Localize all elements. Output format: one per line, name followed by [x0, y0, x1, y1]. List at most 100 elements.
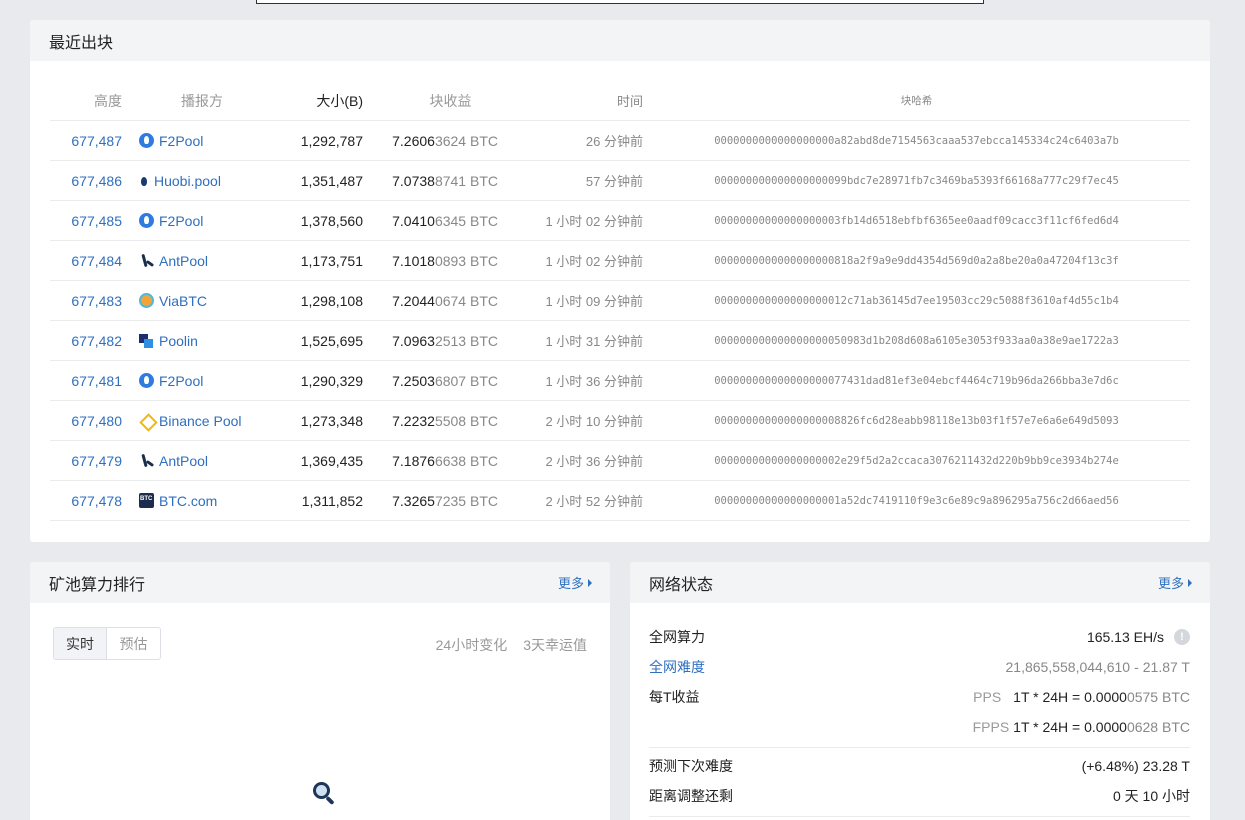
block-height-link[interactable]: 677,487	[71, 133, 122, 149]
table-row: 677,484 AntPool 1,173,751 7.10180893 BTC 1 小…	[50, 241, 1190, 281]
block-height-link[interactable]: 677,478	[71, 493, 122, 509]
reward-main: 7.2606	[392, 132, 435, 149]
pool-link[interactable]: BTC.com	[159, 493, 217, 509]
block-height-cell: 677,484	[50, 253, 122, 269]
luck-3d-link[interactable]: 3天幸运值	[523, 635, 587, 655]
pool-cell: AntPool	[122, 453, 292, 469]
block-hash-cell[interactable]: 0000000000000000000a82abd8de7154563caaa5…	[643, 135, 1190, 147]
network-status-title: 网络状态	[649, 576, 714, 594]
block-hash-cell[interactable]: 000000000000000000099bdc7e28971fb7c3469b…	[643, 175, 1190, 187]
next-difficulty-row: 预测下次难度 (+6.48%) 23.28 T	[649, 751, 1190, 781]
pool-cell: F2Pool	[122, 373, 292, 389]
block-size-cell: 1,173,751	[300, 252, 363, 269]
block-hash-cell[interactable]: 000000000000000000077431dad81ef3e04ebcf4…	[643, 375, 1190, 387]
block-height-link[interactable]: 677,480	[71, 413, 122, 429]
block-height-link[interactable]: 677,479	[71, 453, 122, 469]
block-height-cell: 677,482	[50, 333, 122, 349]
reward-main: 7.1876	[392, 452, 435, 469]
block-reward-cell: 7.20440674 BTC	[363, 293, 498, 309]
block-time-cell: 2 小时 36 分钟前	[545, 454, 643, 469]
poolin-icon	[139, 333, 154, 348]
reward-tail: 3624 BTC	[434, 132, 498, 149]
block-height-cell: 677,481	[50, 373, 122, 389]
reward-tail: 0674 BTC	[434, 292, 498, 309]
pool-rank-more-link[interactable]: 更多	[558, 573, 592, 592]
reward-tail: 5508 BTC	[434, 412, 498, 429]
block-reward-cell: 7.32657235 BTC	[363, 493, 498, 509]
block-hash-cell[interactable]: 0000000000000000000818a2f9a9e9dd4354d569…	[643, 255, 1190, 267]
block-hash-cell[interactable]: 000000000000000000012c71ab36145d7ee19503…	[643, 295, 1190, 307]
next-difficulty-wrap: (+6.48%) 23.28 T	[1082, 758, 1190, 774]
block-reward-cell: 7.26063624 BTC	[363, 133, 498, 149]
pool-link[interactable]: Binance Pool	[159, 413, 242, 429]
col-size-header: 大小(B)	[316, 92, 363, 109]
block-size-cell: 1,378,560	[300, 212, 363, 229]
pool-cell: BTC.com	[122, 493, 292, 509]
pool-link[interactable]: F2Pool	[159, 213, 203, 229]
table-row: 677,479 AntPool 1,369,435 7.18766638 BTC 2 小…	[50, 441, 1190, 481]
block-height-link[interactable]: 677,483	[71, 293, 122, 309]
block-size-cell: 1,273,348	[300, 412, 363, 429]
table-row: 677,485 F2Pool 1,378,560 7.04106345 BTC 1 小时…	[50, 201, 1190, 241]
f2pool-icon	[139, 373, 154, 388]
block-height-link[interactable]: 677,482	[71, 333, 122, 349]
f2pool-icon	[139, 133, 154, 148]
col-height-header: 高度	[94, 92, 122, 109]
block-size-cell: 1,525,695	[300, 332, 363, 349]
block-reward-cell: 7.25036807 BTC	[363, 373, 498, 389]
tab-estimate[interactable]: 预估	[107, 628, 160, 659]
table-row: 677,480 Binance Pool 1,273,348 7.22325508 B…	[50, 401, 1190, 441]
network-more-link[interactable]: 更多	[1158, 573, 1192, 592]
col-time-header: 时间	[616, 94, 643, 109]
difficulty-label[interactable]: 全网难度	[649, 657, 705, 677]
block-height-link[interactable]: 677,481	[71, 373, 122, 389]
fpps-prefix: FPPS	[972, 719, 1010, 735]
huobi-icon	[139, 173, 149, 188]
pool-link[interactable]: ViaBTC	[159, 293, 207, 309]
income-fpps-row: FPPS 1T * 24H = 0.0000 0628 BTC	[649, 712, 1190, 742]
block-size-cell: 1,292,787	[300, 132, 363, 149]
block-height-cell: 677,479	[50, 453, 122, 469]
next-difficulty-value: 23.28 T	[1142, 758, 1190, 774]
pool-cell: ViaBTC	[122, 293, 292, 309]
reward-main: 7.0738	[392, 172, 435, 189]
pool-link[interactable]: F2Pool	[159, 373, 203, 389]
difficulty-separator: -	[1134, 659, 1139, 675]
info-icon[interactable]: !	[1174, 629, 1190, 645]
fpps-main: 1T * 24H = 0.0000	[1013, 719, 1127, 735]
reward-main: 7.2503	[392, 372, 435, 389]
divider	[649, 747, 1190, 748]
block-height-link[interactable]: 677,485	[71, 213, 122, 229]
block-time-cell: 1 小时 02 分钟前	[545, 214, 643, 229]
tab-realtime[interactable]: 实时	[54, 628, 107, 659]
block-hash-cell[interactable]: 00000000000000000002e29f5d2a2ccaca307621…	[643, 455, 1190, 467]
reward-main: 7.2232	[392, 412, 435, 429]
reward-tail: 2513 BTC	[434, 332, 498, 349]
change-24h-link[interactable]: 24小时变化	[436, 635, 508, 655]
pool-link[interactable]: AntPool	[159, 453, 208, 469]
block-height-link[interactable]: 677,484	[71, 253, 122, 269]
block-hash-cell[interactable]: 00000000000000000008826fc6d28eabb98118e1…	[643, 415, 1190, 427]
block-size-cell: 1,369,435	[300, 452, 363, 469]
pool-cell: Poolin	[122, 333, 292, 349]
block-size-cell: 1,311,852	[301, 492, 363, 509]
antpool-icon	[139, 453, 154, 468]
block-height-link[interactable]: 677,486	[71, 173, 122, 189]
reward-tail: 6807 BTC	[434, 372, 498, 389]
reward-tail: 6638 BTC	[434, 452, 498, 469]
reward-main: 7.3265	[392, 492, 435, 509]
pool-link[interactable]: AntPool	[159, 253, 208, 269]
pool-link[interactable]: Huobi.pool	[154, 173, 221, 189]
pool-link[interactable]: Poolin	[159, 333, 198, 349]
divider	[649, 816, 1190, 817]
col-pool-header: 播报方	[181, 92, 223, 109]
blocks-table-header: 高度 播报方 大小(B) 块收益 时间 块哈希	[50, 81, 1190, 121]
pool-link[interactable]: F2Pool	[159, 133, 203, 149]
binance-pool-icon	[139, 413, 154, 428]
income-label: 每T收益	[649, 689, 700, 705]
block-hash-cell[interactable]: 00000000000000000001a52dc7419110f9e3c6e8…	[643, 495, 1190, 507]
block-hash-cell[interactable]: 000000000000000000050983d1b208d608a6105e…	[643, 335, 1190, 347]
block-height-cell: 677,486	[50, 173, 122, 189]
pps-main: 1T * 24H = 0.0000	[1013, 689, 1127, 705]
block-hash-cell[interactable]: 00000000000000000003fb14d6518ebfbf6365ee…	[643, 215, 1190, 227]
